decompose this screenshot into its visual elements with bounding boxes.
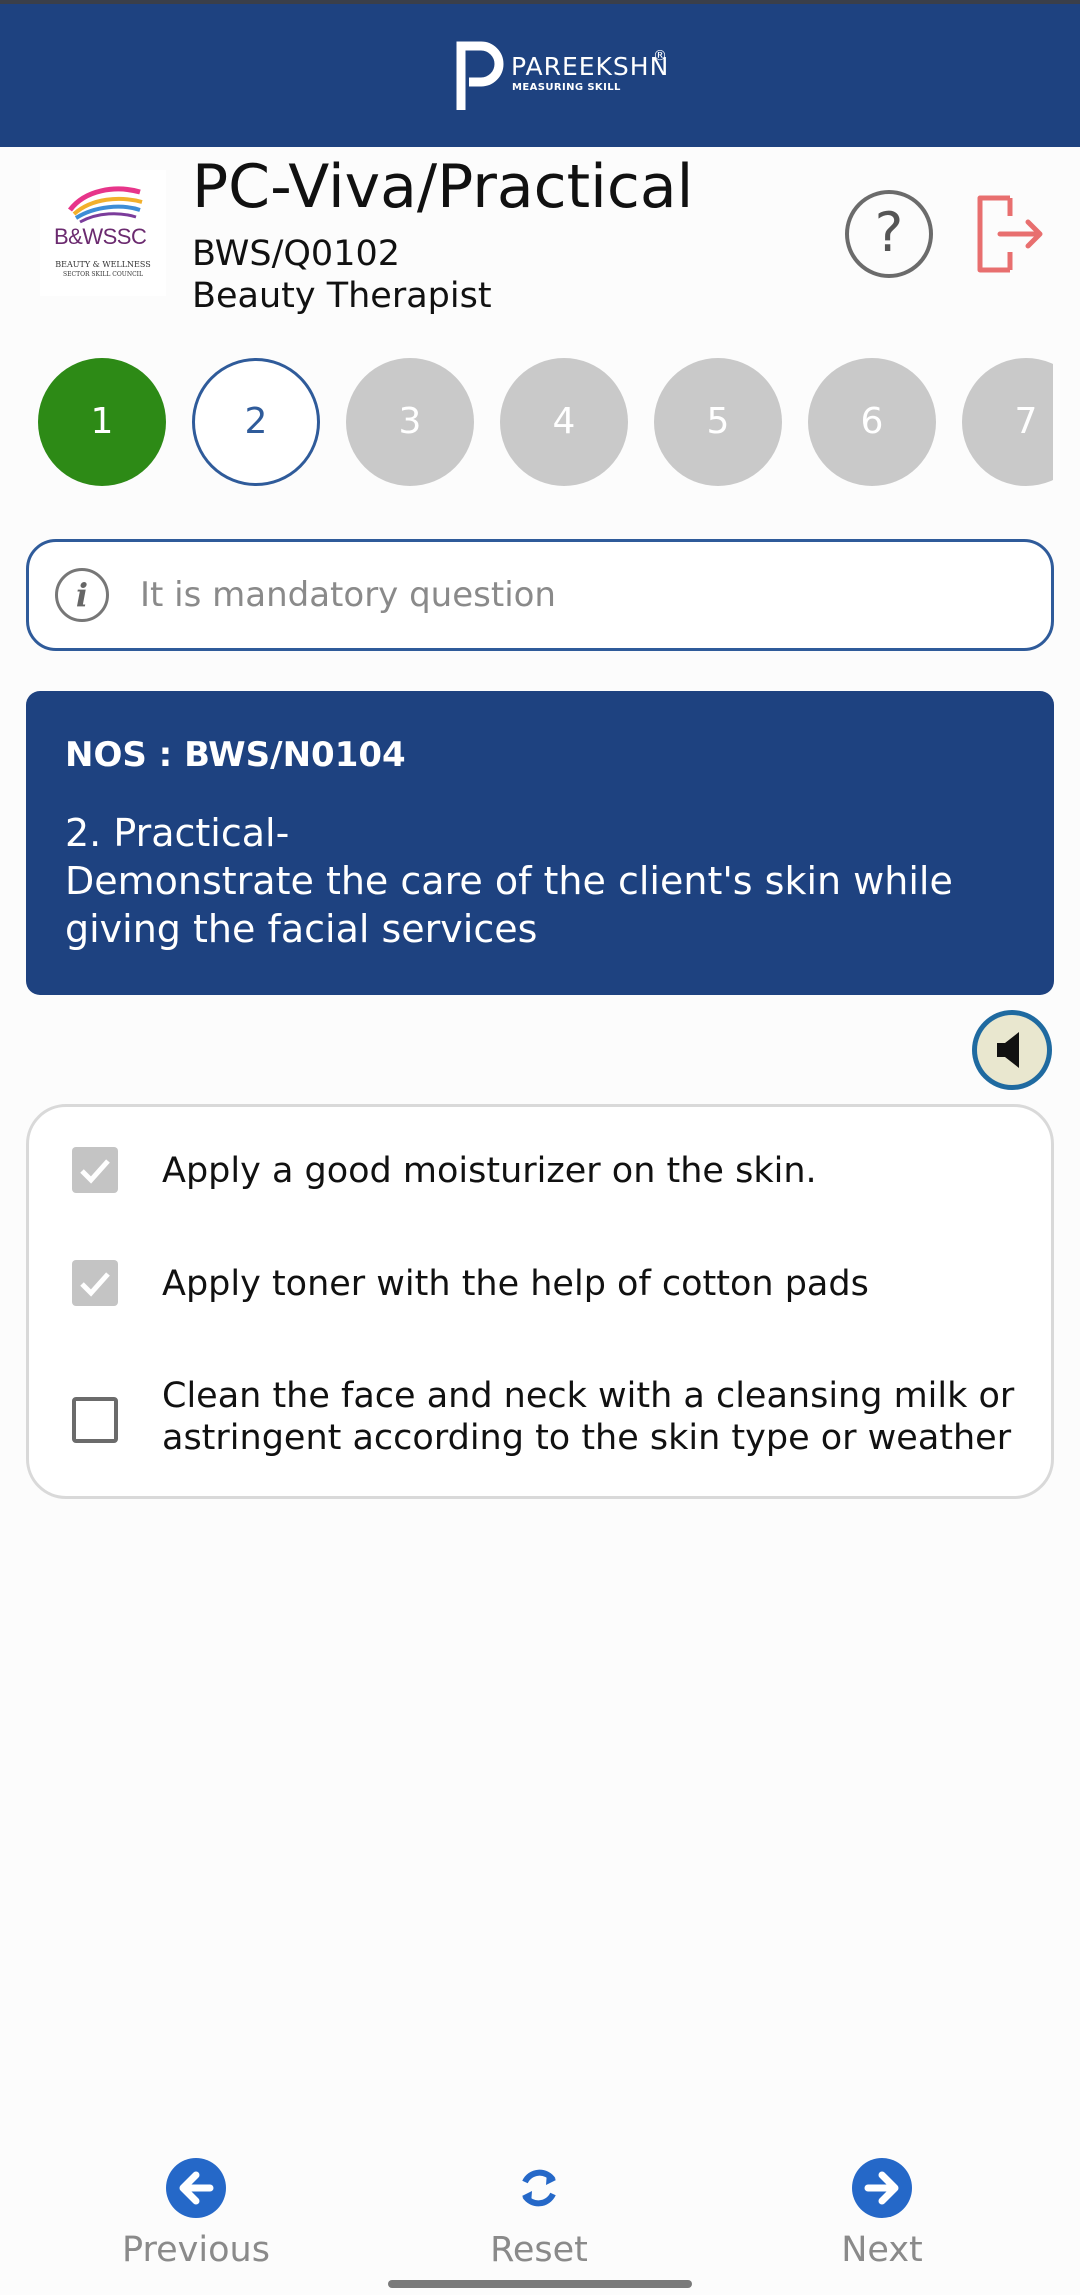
arrow-right-icon [864,2171,899,2205]
option-2-checkbox[interactable] [72,1260,118,1306]
home-indicator[interactable] [388,2280,692,2288]
step-3[interactable]: 3 [346,358,474,486]
arrow-left-icon [179,2171,214,2205]
logout-button[interactable] [972,190,1044,278]
previous-label: Previous [122,2230,270,2270]
mandatory-notice: i It is mandatory question [26,539,1054,651]
logout-icon [977,195,1043,273]
logo-text: B&WSSC [54,224,147,249]
reset-label: Reset [490,2230,588,2270]
logo-caption-2: SECTOR SKILL COUNCIL [62,271,144,278]
next-label: Next [841,2230,923,2270]
help-circle-icon: ? [874,201,904,264]
brand-registered-mark: ® [653,48,667,64]
option-3-checkbox[interactable] [72,1397,118,1443]
option-1-label: Apply a good moisturizer on the skin. [162,1151,817,1191]
step-2[interactable]: 2 [192,358,320,486]
help-button[interactable]: ? [845,190,933,278]
checkmark-icon [80,1159,110,1184]
step-4[interactable]: 4 [500,358,628,486]
sector-council-logo: B&WSSC BEAUTY & WELLNESS SECTOR SKILL CO… [40,170,166,296]
refresh-icon [522,2169,556,2207]
qualification-pack-code: BWS/Q0102 [192,234,401,274]
nos-code: NOS : BWS/N0104 [65,735,406,775]
brand-name: PAREEKSHN [511,52,670,81]
question-number: 2. Practical- [65,811,290,855]
answer-options: Apply a good moisturizer on the skin. Ap… [26,1104,1054,1499]
option-1-checkbox[interactable] [72,1147,118,1193]
question-text: 2. Practical- Demonstrate the care of th… [65,809,1025,953]
status-bar-edge [0,0,1080,4]
page-title: PC-Viva/Practical [192,152,694,222]
app-header: PAREEKSHN ® MEASURING SKILL [0,0,1080,147]
brand-p-icon [456,41,504,110]
speaker-icon [997,1032,1019,1068]
step-7[interactable]: 7 [962,358,1053,486]
brand-logo: PAREEKSHN ® MEASURING SKILL [455,40,670,112]
step-5[interactable]: 5 [654,358,782,486]
brand-tagline: MEASURING SKILL [512,82,621,93]
reset-button[interactable]: Reset [429,2150,649,2270]
job-role: Beauty Therapist [192,276,492,316]
info-icon: i [55,568,109,622]
logo-swirl-icon [68,186,143,224]
question-body: Demonstrate the care of the client's ski… [65,859,953,951]
question-card: NOS : BWS/N0104 2. Practical- Demonstrat… [26,691,1054,995]
audio-button[interactable] [972,1010,1052,1090]
notice-text: It is mandatory question [140,575,556,615]
step-6[interactable]: 6 [808,358,936,486]
previous-button[interactable]: Previous [86,2150,306,2270]
step-1[interactable]: 1 [38,358,166,486]
next-button[interactable]: Next [772,2150,992,2270]
option-3-label: Clean the face and neck with a cleansing… [162,1376,1015,1458]
checkmark-icon [80,1272,110,1297]
logo-caption-1: BEAUTY & WELLNESS [55,260,151,269]
bottom-navigation: Previous Reset Next [0,2150,1080,2295]
option-2-label: Apply toner with the help of cotton pads [162,1264,869,1304]
question-step-navigator: 1 2 3 4 5 6 7 [38,358,1053,488]
